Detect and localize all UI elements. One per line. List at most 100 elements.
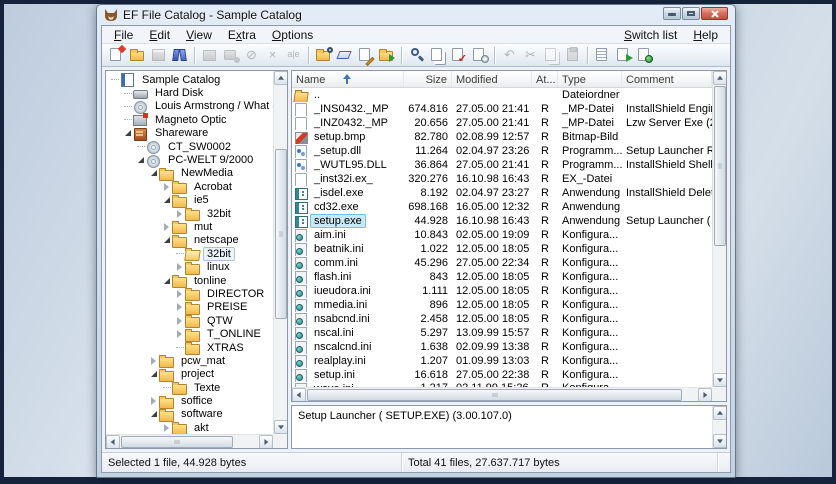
toolbar-open-catalog-button[interactable] [128,46,147,64]
expanded-icon[interactable] [161,278,172,284]
close-button[interactable] [701,7,728,20]
expanded-icon[interactable] [148,170,159,176]
file-row-wutl95-dll[interactable]: _WUTL95.DLL 36.864 27.05.00 21:41 R Programm… [292,158,726,172]
column-header-modified[interactable]: Modified [452,71,532,87]
file-row-setup-dll[interactable]: _setup.dll 11.264 02.04.97 23:26 R Programm.… [292,144,726,158]
toolbar-export-button[interactable] [614,46,633,64]
file-row-cd32-exe[interactable]: cd32.exe 698.168 16.05.00 12:32 R Anwendung [292,200,726,214]
tree-item-shareware[interactable]: Shareware [106,127,273,141]
collapsed-icon[interactable] [174,303,185,311]
tree-item-mut[interactable]: mut [106,220,273,235]
scroll-up-icon[interactable] [713,71,726,85]
detail-scrollbar[interactable] [712,406,726,448]
collapsed-icon[interactable] [174,263,185,271]
expanded-icon[interactable] [122,130,133,136]
collapsed-icon[interactable] [161,424,172,432]
file-row-beatnik-ini[interactable]: beatnik.ini 1.022 12.05.00 18:05 R Konfigura… [292,242,726,256]
expanded-icon[interactable] [148,371,159,377]
scroll-up-icon[interactable] [713,406,726,420]
tree-item-32bit[interactable]: 32bit [106,207,273,222]
collapsed-icon[interactable] [161,183,172,191]
menu-item-file[interactable]: File [106,27,141,43]
column-header-comment[interactable]: Comment [622,71,712,87]
scroll-down-icon[interactable] [713,373,726,387]
titlebar[interactable]: EF File Catalog - Sample Catalog [97,5,735,25]
file-row-setup-exe[interactable]: setup.exe 44.928 16.10.98 16:43 R Anwendung S… [292,214,726,228]
tree-item-newmedia[interactable]: NewMedia [106,167,273,181]
file-row-mmedia-ini[interactable]: mmedia.ini 896 12.05.00 18:05 R Konfigura... [292,298,726,312]
collapsed-icon[interactable] [161,223,172,231]
toolbar-report-button[interactable] [593,46,612,64]
list-horizontal-scrollbar[interactable] [292,387,712,401]
tree-item-t-online[interactable]: T_ONLINE [106,327,273,342]
collapsed-icon[interactable] [174,210,185,218]
toolbar-import-export-button[interactable] [170,46,189,64]
expanded-icon[interactable] [148,411,159,417]
menu-item-help[interactable]: Help [685,27,726,43]
tree-item-preise[interactable]: PREISE [106,301,273,315]
menu-item-switch-list[interactable]: Switch list [616,27,685,43]
scroll-down-icon[interactable] [713,434,726,448]
tree-item-hard-disk[interactable]: Hard Disk [106,86,273,99]
tree-item-texte[interactable]: Texte [106,381,273,396]
file-row-flash-ini[interactable]: flash.ini 843 12.05.00 18:05 R Konfigura... [292,270,726,284]
file-row-nscalcnd-ini[interactable]: nscalcnd.ini 1.638 02.09.99 13:38 R Konfigur… [292,340,726,354]
collapsed-icon[interactable] [174,330,185,338]
expanded-icon[interactable] [135,157,146,163]
toolbar-search-button[interactable] [407,46,426,64]
file-row-setup-bmp[interactable]: setup.bmp 82.780 02.08.99 12:57 R Bitmap-Bil… [292,130,726,144]
file-row-ins0432-mp[interactable]: _INS0432._MP 674.816 27.05.00 21:41 R _MP-Da… [292,102,726,116]
file-row-inz0432-mp[interactable]: _INZ0432._MP 20.656 27.05.00 21:41 R _MP-Dat… [292,116,726,130]
expanded-icon[interactable] [161,197,172,203]
tree-item-32bit[interactable]: 32bit [106,246,273,261]
file-row-comm-ini[interactable]: comm.ini 45.296 27.05.00 22:34 R Konfigura..… [292,256,726,270]
tree-item-pcw-mat[interactable]: pcw_mat [106,354,273,369]
toolbar-find-duplicates-button[interactable] [428,46,447,64]
toolbar-read-media-button[interactable] [314,46,333,64]
tree-item-sample-catalog[interactable]: Sample Catalog [106,73,273,88]
file-row-item[interactable]: .. Dateiordner [292,88,726,102]
toolbar-burn-cd-button[interactable] [470,46,489,64]
expanded-icon[interactable] [161,237,172,243]
tree-hscroll-thumb[interactable] [121,436,233,448]
tree-item-project[interactable]: project [106,368,273,382]
file-row-iueudora-ini[interactable]: iueudora.ini 1.111 12.05.00 18:05 R Konfigur… [292,284,726,298]
scroll-down-icon[interactable] [274,420,287,434]
scroll-right-icon[interactable] [698,388,712,401]
file-row-aim-ini[interactable]: aim.ini 10.843 02.05.00 19:09 R Konfigura... [292,228,726,242]
menu-item-view[interactable]: View [178,27,220,43]
column-header-at[interactable]: At... [532,71,558,87]
file-row-inst32i-ex[interactable]: _inst32i.ex_ 320.276 16.10.98 16:43 R EX_-Da… [292,172,726,186]
tree-vertical-scrollbar[interactable] [273,71,287,434]
tree-item-tonline[interactable]: tonline [106,274,273,289]
column-header-type[interactable]: Type [558,71,622,87]
tree-item-magneto-optic[interactable]: Magneto Optic [106,113,273,127]
file-row-nsabcnd-ini[interactable]: nsabcnd.ini 2.458 12.05.00 18:05 R Konfigura… [292,312,726,326]
column-header-name[interactable]: Name [292,71,404,87]
collapsed-icon[interactable] [148,357,159,365]
menu-item-edit[interactable]: Edit [141,27,178,43]
tree-item-ct-sw0002[interactable]: CT_SW0002 [106,140,273,155]
tree-item-software[interactable]: software [106,408,273,422]
file-row-isdel-exe[interactable]: _isdel.exe 8.192 02.04.97 23:27 R Anwendung I… [292,186,726,200]
toolbar-edit-comment-button[interactable] [356,46,375,67]
menu-item-options[interactable]: Options [264,27,321,43]
tree-item-louis-armstrong-what-a-wonde[interactable]: Louis Armstrong / What a Wonde [106,100,273,114]
file-row-realplay-ini[interactable]: realplay.ini 1.207 01.09.99 13:03 R Konfigur… [292,354,726,368]
toolbar-compare-button[interactable] [335,46,354,64]
scroll-up-icon[interactable] [274,71,287,85]
toolbar-verify-files-button[interactable]: ✓ [449,46,468,65]
toolbar-internet-button[interactable] [635,46,654,64]
tree-item-xtras[interactable]: XTRAS [106,341,273,355]
list-hscroll-thumb[interactable] [307,389,682,401]
collapsed-icon[interactable] [174,290,185,298]
tree-vscroll-thumb[interactable] [275,149,287,319]
column-header-size[interactable]: Size [404,71,452,87]
tree-item-ie5[interactable]: ie5 [106,194,273,208]
tree-item-soffice[interactable]: soffice [106,394,273,409]
file-row-nscal-ini[interactable]: nscal.ini 5.297 13.09.99 15:57 R Konfigura..… [292,326,726,340]
scroll-left-icon[interactable] [292,388,306,401]
collapsed-icon[interactable] [174,317,185,325]
file-row-setup-ini[interactable]: setup.ini 16.618 27.05.00 22:38 R Konfigura.… [292,368,726,382]
collapsed-icon[interactable] [148,397,159,405]
